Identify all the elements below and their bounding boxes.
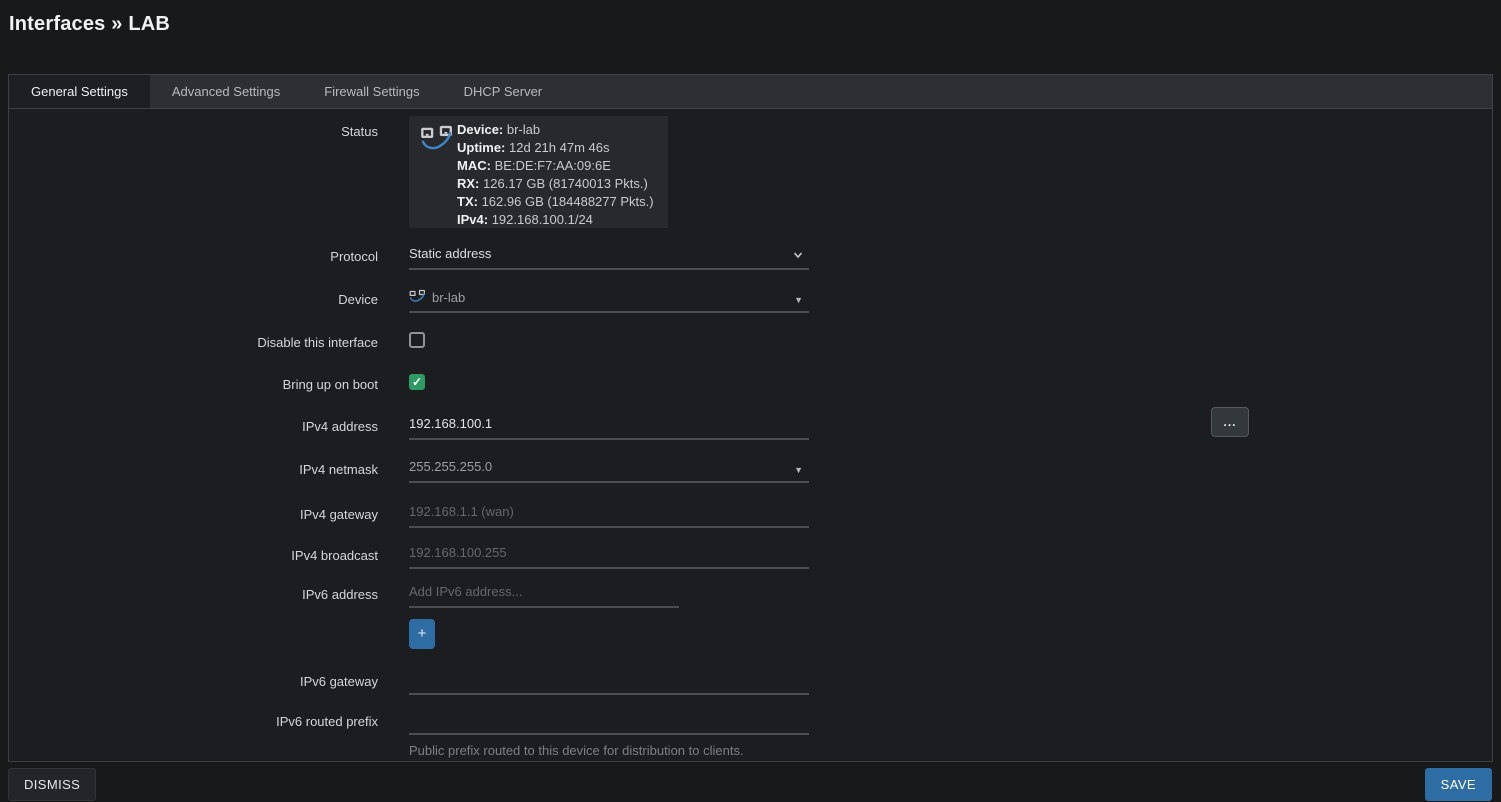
- disable-interface-label: Disable this interface: [9, 334, 378, 351]
- interface-status-box: Device: br-lab Uptime: 12d 21h 47m 46s M…: [409, 116, 668, 228]
- status-ipv4: IPv4: 192.168.100.1/24: [457, 211, 660, 229]
- check-icon: ✓: [412, 333, 422, 347]
- protocol-label: Protocol: [9, 248, 378, 265]
- ipv4-netmask-select[interactable]: 255.255.255.0 ▼: [409, 457, 809, 483]
- ipv6-routed-prefix-hint: Public prefix routed to this device for …: [409, 743, 809, 758]
- ipv6-address-input[interactable]: [409, 582, 679, 608]
- dismiss-button[interactable]: DISMISS: [8, 768, 96, 801]
- status-uptime-value: 12d 21h 47m 46s: [509, 140, 609, 155]
- status-tx: TX: 162.96 GB (184488277 Pkts.): [457, 193, 660, 211]
- ipv4-netmask-selected-value: 255.255.255.0: [409, 459, 492, 474]
- bring-up-on-boot-label: Bring up on boot: [9, 376, 378, 393]
- tab-general-settings[interactable]: General Settings: [9, 75, 150, 108]
- interface-edit-dialog: General Settings Advanced Settings Firew…: [8, 74, 1493, 762]
- status-ipv4-value: 192.168.100.1/24: [492, 212, 593, 227]
- status-mac-label: MAC:: [457, 158, 491, 173]
- bring-up-on-boot-checkbox[interactable]: ✓: [409, 374, 425, 390]
- bridge-device-icon-small: [409, 289, 426, 307]
- status-device-label: Device:: [457, 122, 503, 137]
- status-rx-label: RX:: [457, 176, 479, 191]
- ipv6-gateway-input[interactable]: [409, 669, 809, 695]
- ipv6-routed-prefix-input[interactable]: [409, 709, 809, 735]
- device-label: Device: [9, 291, 378, 308]
- status-rx-value: 126.17 GB (81740013 Pkts.): [483, 176, 648, 191]
- device-selected-value: br-lab: [432, 290, 465, 306]
- ipv4-netmask-label: IPv4 netmask: [9, 461, 378, 478]
- status-device: Device: br-lab: [457, 121, 660, 139]
- ipv4-broadcast-input[interactable]: [409, 543, 809, 569]
- status-ipv4-label: IPv4:: [457, 212, 488, 227]
- check-icon: ✓: [412, 375, 422, 389]
- status-label: Status: [9, 123, 378, 140]
- ipv6-gateway-label: IPv6 gateway: [9, 673, 378, 690]
- ipv6-routed-prefix-label: IPv6 routed prefix: [9, 713, 378, 730]
- status-rx: RX: 126.17 GB (81740013 Pkts.): [457, 175, 660, 193]
- status-mac-value: BE:DE:F7:AA:09:6E: [495, 158, 611, 173]
- page-title: Interfaces » LAB: [9, 13, 170, 36]
- tab-advanced-settings[interactable]: Advanced Settings: [150, 75, 302, 108]
- settings-tabbar: General Settings Advanced Settings Firew…: [9, 75, 1492, 109]
- ipv6-address-label: IPv6 address: [9, 586, 378, 603]
- chevron-down-icon: [791, 248, 805, 266]
- ipv4-broadcast-label: IPv4 broadcast: [9, 547, 378, 564]
- ipv4-gateway-input[interactable]: [409, 502, 809, 528]
- save-button[interactable]: SAVE: [1425, 768, 1492, 801]
- caret-down-icon: ▼: [794, 292, 803, 308]
- device-select[interactable]: br-lab ▼: [409, 287, 809, 313]
- ipv4-address-more-button[interactable]: ...: [1211, 407, 1249, 437]
- ipv4-gateway-label: IPv4 gateway: [9, 506, 378, 523]
- ipv4-address-input[interactable]: [409, 414, 809, 440]
- status-uptime: Uptime: 12d 21h 47m 46s: [457, 139, 660, 157]
- bridge-device-icon: [420, 124, 454, 157]
- status-mac: MAC: BE:DE:F7:AA:09:6E: [457, 157, 660, 175]
- disable-interface-checkbox[interactable]: ✓: [409, 332, 425, 348]
- tab-firewall-settings[interactable]: Firewall Settings: [302, 75, 441, 108]
- protocol-select[interactable]: Static address: [409, 244, 809, 270]
- status-uptime-label: Uptime:: [457, 140, 505, 155]
- status-tx-label: TX:: [457, 194, 478, 209]
- tab-dhcp-server[interactable]: DHCP Server: [442, 75, 565, 108]
- caret-down-icon: ▼: [794, 462, 803, 478]
- ipv4-address-label: IPv4 address: [9, 418, 378, 435]
- ipv6-address-add-button[interactable]: +: [409, 619, 435, 649]
- general-settings-panel: Status Device: br-lab Uptime: 12d 21h 47…: [9, 110, 1492, 761]
- protocol-selected-value: Static address: [409, 246, 491, 261]
- status-tx-value: 162.96 GB (184488277 Pkts.): [482, 194, 654, 209]
- status-device-value: br-lab: [507, 122, 540, 137]
